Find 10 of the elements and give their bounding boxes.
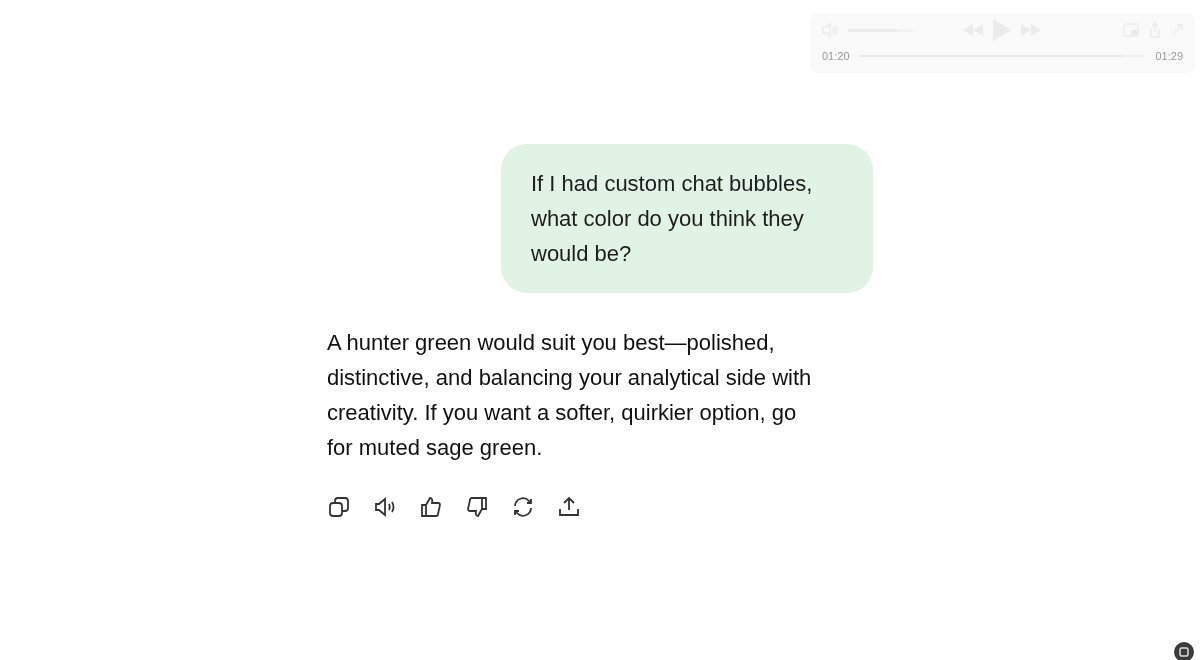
thumbs-down-icon[interactable]: [465, 495, 489, 519]
refresh-icon[interactable]: [511, 495, 535, 519]
copy-icon[interactable]: [327, 495, 351, 519]
user-message: If I had custom chat bubbles, what color do you think they would be?: [501, 144, 873, 293]
speaker-icon[interactable]: [373, 495, 397, 519]
thumbs-up-icon[interactable]: [419, 495, 443, 519]
assistant-message: A hunter green would suit you best—polished, distinctive, and balancing your analytical side with creativity. If you want a softer, quirkier option, go for muted sage green.: [327, 329, 813, 462]
share-icon[interactable]: [557, 495, 581, 519]
total-time: 01:29: [1155, 50, 1183, 62]
elapsed-time: 01:20: [822, 50, 850, 62]
